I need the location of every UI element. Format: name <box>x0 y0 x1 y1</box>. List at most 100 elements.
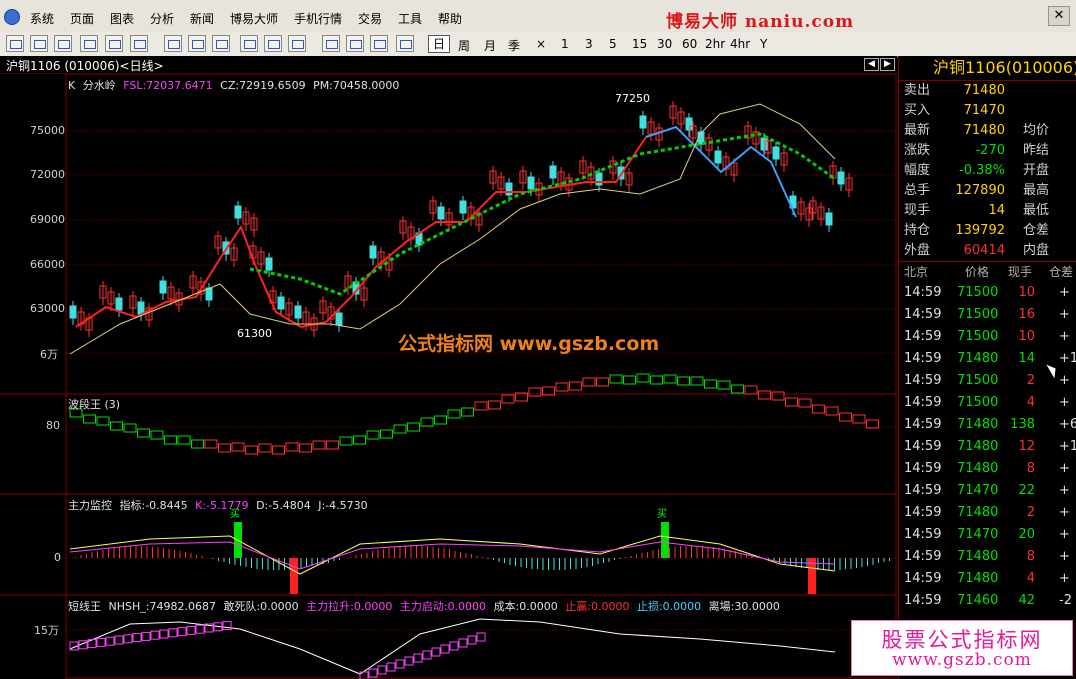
short-step <box>449 641 459 651</box>
candle-body <box>459 200 467 214</box>
alarm-icon[interactable] <box>346 35 364 52</box>
tick-time: 14:59 <box>904 285 942 300</box>
select-icon[interactable] <box>264 35 282 52</box>
wave-step <box>96 416 110 426</box>
kline-icon[interactable] <box>54 35 72 52</box>
list-icon[interactable] <box>80 35 98 52</box>
tick-row[interactable]: 14:59 71500 2 + <box>899 370 1076 392</box>
menu-analysis[interactable]: 分析 <box>150 10 174 27</box>
tick-time: 14:59 <box>904 461 942 476</box>
menu-boyi[interactable]: 博易大师 <box>230 10 278 27</box>
period-2hr[interactable]: 2hr <box>705 37 725 51</box>
low-annotation: 61300 <box>237 327 272 340</box>
period-60[interactable]: 60 <box>682 37 697 51</box>
tick-oi-change: + <box>1059 329 1070 344</box>
candle-body <box>595 172 603 186</box>
menu-news[interactable]: 新闻 <box>190 10 214 27</box>
period-month[interactable]: 月 <box>484 37 496 54</box>
draw-icon[interactable] <box>322 35 340 52</box>
tick-list[interactable]: 14:59 71500 10 +14:59 71500 16 +14:59 71500 10 +1… <box>899 282 1076 612</box>
tick-row[interactable]: 14:59 71480 8 + <box>899 546 1076 568</box>
refresh-icon[interactable] <box>164 35 182 52</box>
line-chart-icon[interactable] <box>30 35 48 52</box>
menu-trade[interactable]: 交易 <box>358 10 382 27</box>
short-step <box>404 656 414 666</box>
period-week[interactable]: 周 <box>458 37 470 54</box>
tick-row[interactable]: 14:59 71500 4 + <box>899 392 1076 414</box>
candle-body <box>115 297 123 311</box>
period-close[interactable]: × <box>536 37 546 51</box>
system-icon[interactable] <box>4 9 20 25</box>
period-1[interactable]: 1 <box>561 37 569 51</box>
tick-row[interactable]: 14:59 71480 138 +6 <box>899 414 1076 436</box>
tick-row[interactable]: 14:59 71500 16 + <box>899 304 1076 326</box>
tick-row[interactable]: 14:59 71480 4 + <box>899 568 1076 590</box>
tick-oi-change: -2 <box>1059 593 1072 608</box>
tick-price: 71480 <box>957 571 999 586</box>
tick-volume: 10 <box>1018 285 1035 300</box>
menu-system[interactable]: 系统 <box>30 10 54 27</box>
tick-row[interactable]: 14:59 71460 42 -2 <box>899 590 1076 612</box>
tick-volume: 16 <box>1018 307 1035 322</box>
quote-row: 最新 71480 均价 <box>899 121 1076 141</box>
menu-page[interactable]: 页面 <box>70 10 94 27</box>
tick-oi-change: +6 <box>1059 417 1076 432</box>
short-step <box>123 634 133 644</box>
period-15[interactable]: 15 <box>632 37 647 51</box>
period-day[interactable]: 日 <box>428 35 451 53</box>
window-icon[interactable] <box>288 35 306 52</box>
wave-step <box>177 435 191 445</box>
f10-icon[interactable] <box>130 35 148 52</box>
wave-step <box>582 377 596 387</box>
menu-tools[interactable]: 工具 <box>398 10 422 27</box>
next-icon[interactable]: ▶ <box>880 58 895 71</box>
ad-url: www.gszb.com <box>892 650 1032 670</box>
main-axis-0: 0 <box>54 551 61 564</box>
period-5[interactable]: 5 <box>609 37 617 51</box>
report-icon[interactable] <box>105 35 123 52</box>
kdj-line <box>69 535 836 575</box>
tick-row[interactable]: 14:59 71470 22 + <box>899 480 1076 502</box>
quote-value: 139792 <box>955 223 1005 238</box>
period-4hr[interactable]: 4hr <box>730 37 750 51</box>
menu-chart[interactable]: 图表 <box>110 10 134 27</box>
zoom-in-icon[interactable] <box>188 35 206 52</box>
tick-row[interactable]: 14:59 71470 20 + <box>899 524 1076 546</box>
period-quarter[interactable]: 季 <box>508 37 520 54</box>
ad-banner[interactable]: 股票公式指标网 www.gszb.com <box>851 620 1073 676</box>
wave-step <box>420 417 434 427</box>
short-step <box>467 635 477 645</box>
zoom-out-icon[interactable] <box>212 35 230 52</box>
period-30[interactable]: 30 <box>657 37 672 51</box>
prev-icon[interactable]: ◀ <box>864 58 879 71</box>
zoom-icon[interactable] <box>6 35 24 52</box>
people-icon[interactable] <box>370 35 388 52</box>
cursor-icon[interactable] <box>240 35 258 52</box>
sell-bar <box>290 558 298 594</box>
tick-row[interactable]: 14:59 71500 10 + <box>899 282 1076 304</box>
tick-row[interactable]: 14:59 71480 12 +1 <box>899 436 1076 458</box>
tick-oi-change: + <box>1059 307 1070 322</box>
wave-step <box>231 442 245 452</box>
close-icon[interactable]: ✕ <box>1048 6 1070 26</box>
tick-price: 71480 <box>957 549 999 564</box>
quote-key: 外盘 <box>904 243 931 258</box>
short-name: 短线王 <box>68 600 101 613</box>
tick-row[interactable]: 14:59 71480 2 + <box>899 502 1076 524</box>
candle-body <box>760 137 768 151</box>
menu-mobile[interactable]: 手机行情 <box>294 10 342 27</box>
tick-row[interactable]: 14:59 71480 8 + <box>899 458 1076 480</box>
tick-volume: 12 <box>1018 439 1035 454</box>
tick-row[interactable]: 14:59 71500 10 + <box>899 326 1076 348</box>
buy-marker-2: 买 <box>657 509 667 520</box>
main-d: D:-5.4804 <box>256 499 311 512</box>
period-year[interactable]: Y <box>760 37 767 51</box>
chart-area[interactable] <box>0 74 897 679</box>
quote-key2: 内盘 <box>1023 243 1050 258</box>
lightning-icon[interactable] <box>396 35 414 52</box>
menu-help[interactable]: 帮助 <box>438 10 462 27</box>
short-gsd: 敢死队:0.0000 <box>223 600 299 613</box>
short-step <box>222 621 232 631</box>
quote-value: 60414 <box>963 243 1005 258</box>
period-3[interactable]: 3 <box>585 37 593 51</box>
